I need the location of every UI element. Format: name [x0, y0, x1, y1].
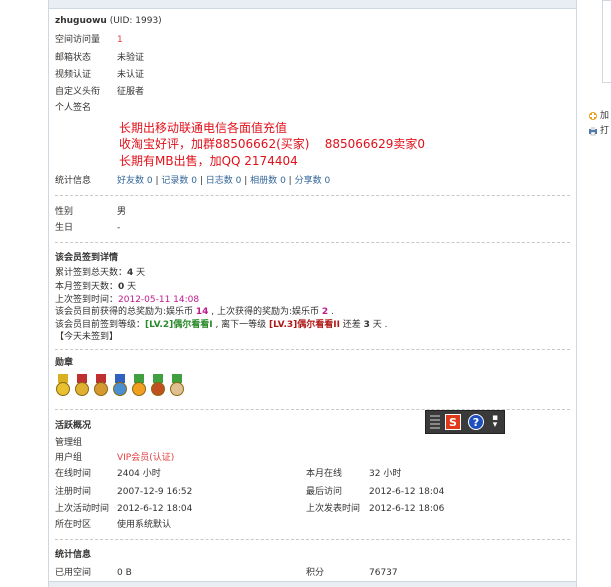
used-space-label: 已用空间 [55, 568, 92, 578]
side-item-label: 加 [600, 111, 610, 121]
gender-value: 男 [117, 207, 127, 217]
last-post-label: 上次发表时间 [306, 504, 361, 514]
panel-bottom-bar [49, 581, 576, 587]
field-label: 空间访问量 [55, 35, 101, 45]
timezone-value: 使用系统默认 [117, 520, 172, 530]
checkin-level: 该会员目前签到等级：[LV.2]偶尔看看I , 离下一等级 [LV.3]偶尔看看… [55, 320, 388, 330]
divider [55, 195, 570, 196]
signature-line: 长期有MB出售，加QQ 2174404 [119, 154, 298, 168]
blogs-count-link[interactable]: 日志数 0 [206, 176, 242, 186]
side-item-label: 打 [600, 126, 610, 136]
stats-label: 统计信息 [55, 176, 92, 186]
divider [55, 349, 570, 350]
timezone-label: 所在时区 [55, 520, 92, 530]
month-online-label: 本月在线 [306, 469, 343, 479]
last-visit-label: 最后访问 [306, 487, 343, 497]
field-label: 个人签名 [55, 103, 92, 113]
gold-medal-icon[interactable] [55, 374, 71, 398]
birthday-label: 生日 [55, 223, 74, 233]
medals-title: 勋章 [55, 358, 74, 368]
points-label: 积分 [306, 568, 325, 578]
month-online-value: 32 小时 [369, 469, 402, 479]
checkin-today-status: 【今天未签到】 [55, 332, 119, 342]
divider [55, 539, 570, 540]
bronze-medal-icon[interactable] [93, 374, 109, 398]
side-panel-box [602, 0, 611, 83]
used-space-value: 0 B [117, 568, 132, 578]
menu-arrow-icon[interactable]: ▪ ▾ [490, 414, 500, 430]
help-icon[interactable]: ? [468, 414, 484, 430]
records-count-link[interactable]: 记录数 0 [161, 176, 197, 186]
gold-medal-icon[interactable] [74, 374, 90, 398]
email-status: 未验证 [117, 53, 145, 63]
admin-group-label: 管理组 [55, 438, 83, 448]
divider [55, 242, 570, 243]
signature-line: 收淘宝好评，加群88506662(买家) 885066629卖家0 [119, 137, 426, 151]
add-icon [588, 111, 598, 121]
checkin-last-time: 上次签到时间：2012-05-11 14:08 [55, 295, 200, 305]
gender-label: 性别 [55, 207, 74, 217]
friends-count-link[interactable]: 好友数 0 [117, 176, 153, 186]
stats-links: 好友数 0 | 记录数 0 | 日志数 0 | 相册数 0 | 分享数 0 [117, 176, 331, 186]
checkin-month: 本月签到天数：0 天 [55, 282, 137, 292]
user-group-label: 用户组 [55, 453, 83, 463]
drag-handle-icon[interactable] [430, 415, 440, 429]
last-active-value: 2012-6-12 18:04 [117, 504, 193, 514]
albums-count-link[interactable]: 相册数 0 [250, 176, 286, 186]
ime-toolbar[interactable]: S ? ▪ ▾ [425, 410, 505, 434]
panel-top-bar [49, 0, 576, 9]
last-post-value: 2012-6-12 18:06 [369, 504, 445, 514]
print-icon [588, 126, 598, 136]
activity-title: 活跃概况 [55, 421, 92, 431]
shares-count-link[interactable]: 分享数 0 [295, 176, 331, 186]
online-time-value: 2404 小时 [117, 469, 161, 479]
sun-medal-icon[interactable] [131, 374, 147, 398]
register-time-value: 2007-12-9 16:52 [117, 487, 193, 497]
side-item[interactable]: 打 [588, 123, 609, 136]
online-time-label: 在线时间 [55, 469, 92, 479]
field-label: 视频认证 [55, 70, 92, 80]
checkin-title: 该会员签到详情 [55, 253, 119, 263]
avatar-medal-icon[interactable] [169, 374, 185, 398]
last-active-label: 上次活动时间 [55, 504, 110, 514]
custom-title: 征服者 [117, 87, 145, 97]
points-value: 76737 [369, 568, 398, 578]
checkin-rewards: 该会员目前获得的总奖励为:娱乐币 14 , 上次获得的奖励为:娱乐币 2 . [55, 307, 334, 317]
field-label: 邮箱状态 [55, 53, 92, 63]
sogou-icon[interactable]: S [445, 414, 461, 430]
flower-medal-icon[interactable] [150, 374, 166, 398]
last-visit-value: 2012-6-12 18:04 [369, 487, 445, 497]
user-group-value[interactable]: VIP会员(认证) [117, 452, 174, 464]
checkin-total: 累计签到总天数：4 天 [55, 268, 146, 278]
profile-header: zhuguowu (UID: 1993) [55, 15, 162, 27]
uid-text: (UID: 1993) [109, 16, 162, 26]
video-auth-status: 未认证 [117, 70, 145, 80]
profile-panel: zhuguowu (UID: 1993) 空间访问量 1 邮箱状态 未验证 视频… [48, 0, 577, 587]
username: zhuguowu [55, 16, 107, 26]
register-time-label: 注册时间 [55, 487, 92, 497]
field-label: 自定义头衔 [55, 87, 101, 97]
visit-count: 1 [117, 35, 123, 45]
signature-line: 长期出移动联通电信各面值充值 [119, 121, 288, 135]
birthday-value: - [117, 223, 121, 233]
right-sidebar: 加 打 [584, 0, 611, 587]
side-item[interactable]: 加 [588, 108, 609, 121]
stats-info-title: 统计信息 [55, 550, 92, 560]
globe-medal-icon[interactable] [112, 374, 128, 398]
